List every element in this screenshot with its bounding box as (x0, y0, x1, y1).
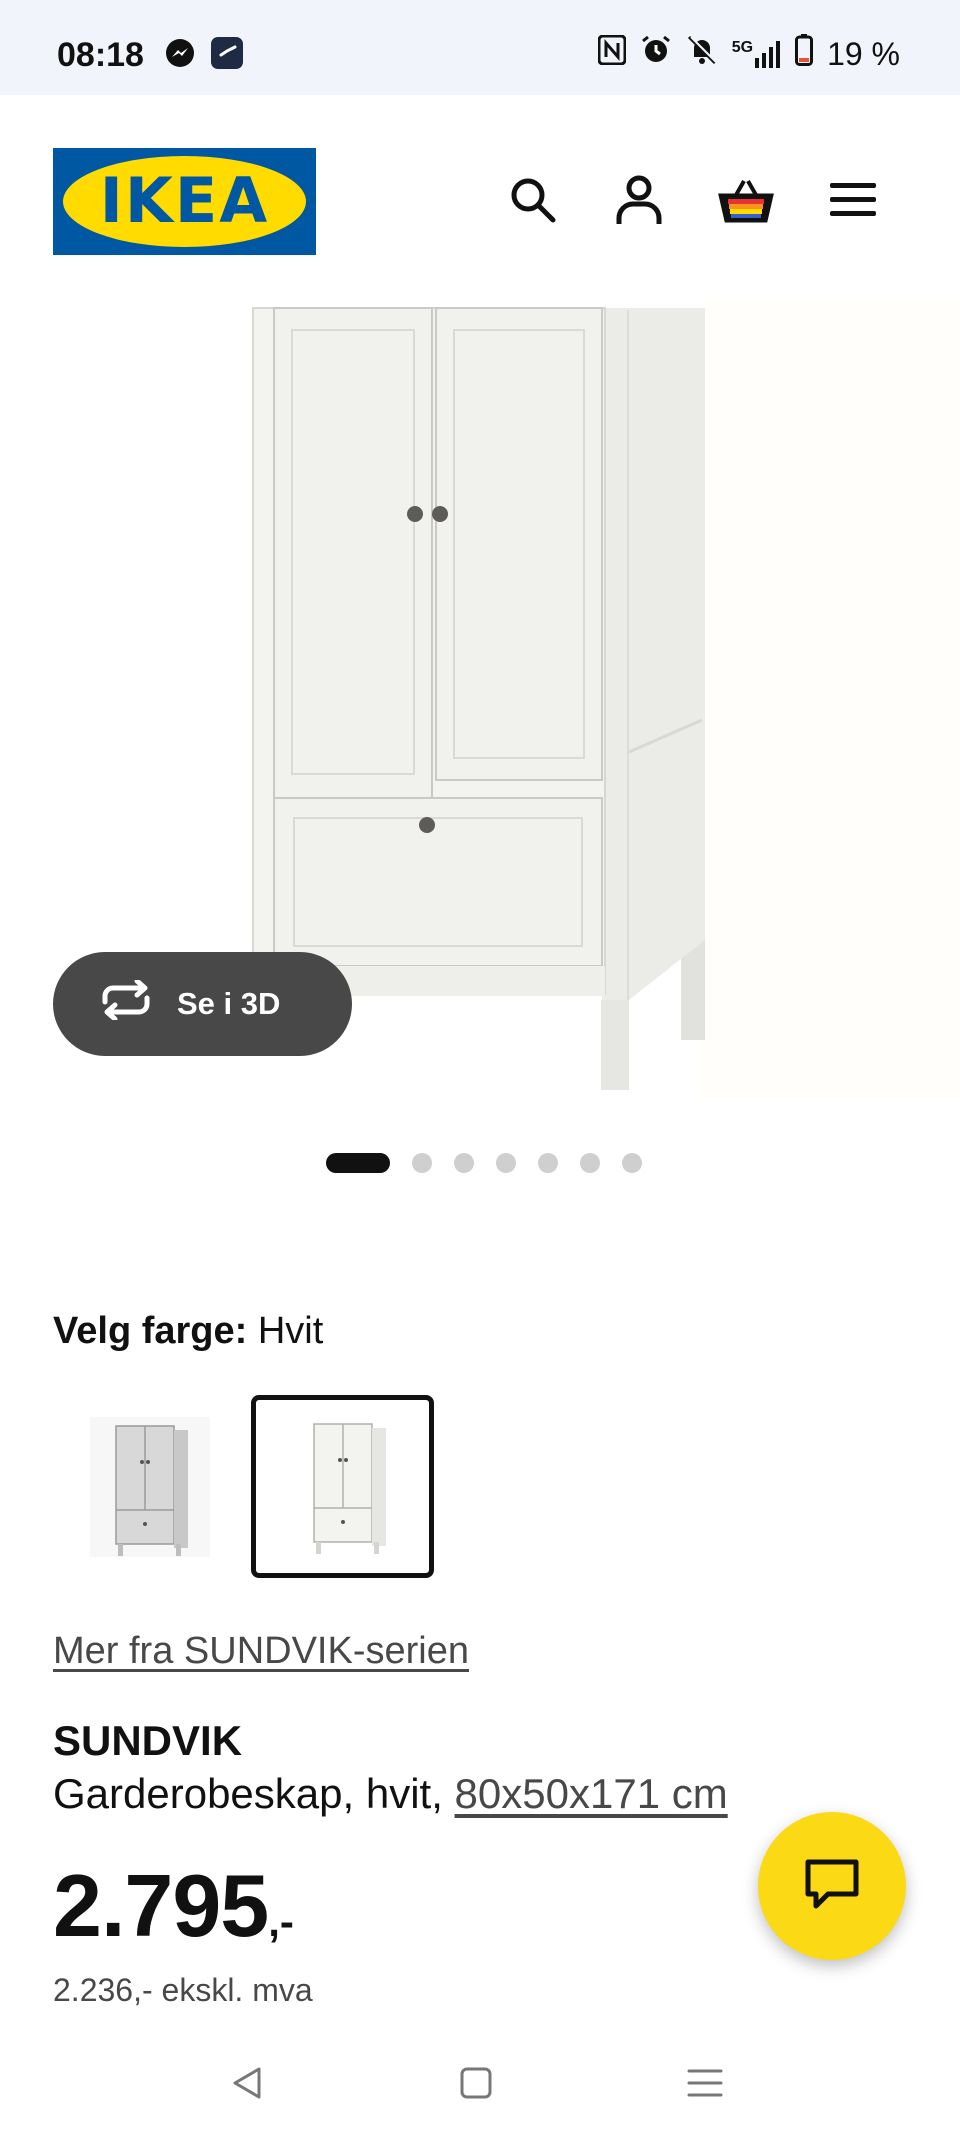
mute-icon (686, 34, 718, 74)
product-description: Garderobeskap, hvit, 80x50x171 cm (53, 1770, 728, 1818)
battery-level: 19 % (827, 35, 900, 72)
carousel-dot[interactable] (496, 1153, 516, 1173)
logo-text: IKEA (99, 164, 270, 237)
product-name: SUNDVIK (53, 1717, 243, 1764)
messenger-icon (165, 38, 195, 73)
carousel-dot[interactable] (326, 1153, 390, 1173)
product-price: 2.795,- (53, 1855, 294, 1957)
color-label-value: Hvit (257, 1310, 324, 1352)
ikea-logo[interactable]: IKEA (53, 148, 316, 255)
view-3d-button[interactable]: Se i 3D (53, 952, 352, 1056)
white-wardrobe-thumbnail (312, 1422, 386, 1554)
carousel-dot[interactable] (580, 1153, 600, 1173)
chat-icon (804, 1858, 860, 1915)
product-type: Garderobeskap, hvit, (53, 1770, 443, 1817)
account-icon[interactable] (609, 170, 669, 230)
color-swatch-white[interactable] (251, 1395, 434, 1578)
grey-wardrobe-thumbnail (89, 1416, 210, 1557)
view-3d-label: Se i 3D (177, 986, 281, 1021)
alarm-icon (640, 34, 672, 74)
home-icon[interactable] (451, 2058, 501, 2108)
price-suffix: ,- (268, 1898, 294, 1945)
cart-icon[interactable] (716, 170, 776, 230)
carousel-dot[interactable] (622, 1153, 642, 1173)
clock-app-icon (211, 37, 243, 74)
search-icon[interactable] (503, 170, 563, 230)
status-bar: 08:18 5G 19 % (0, 0, 960, 95)
battery-icon (795, 34, 814, 74)
product-dimensions-link[interactable]: 80x50x171 cm (455, 1770, 728, 1817)
price-main: 2.795 (53, 1856, 269, 1955)
nfc-icon (597, 34, 627, 73)
menu-icon[interactable] (823, 170, 883, 230)
rotate-3d-icon (97, 978, 155, 1028)
carousel-dot[interactable] (412, 1153, 432, 1173)
system-nav-bar (0, 2030, 960, 2133)
signal-5g-icon: 5G (732, 40, 781, 68)
site-header: IKEA (0, 95, 960, 295)
price-ex-vat: 2.236,- ekskl. mva (53, 1972, 313, 2008)
color-swatch-grey[interactable] (53, 1395, 236, 1578)
color-selector-label: Velg farge: Hvit (53, 1310, 323, 1353)
color-label-title: Velg farge: (53, 1310, 248, 1352)
series-link[interactable]: Mer fra SUNDVIK-serien (53, 1630, 469, 1673)
recents-icon[interactable] (680, 2058, 730, 2108)
back-icon[interactable] (222, 2058, 272, 2108)
status-time: 08:18 (57, 36, 144, 74)
carousel-pagination (0, 1151, 960, 1175)
carousel-dot[interactable] (454, 1153, 474, 1173)
chat-button[interactable] (758, 1812, 906, 1960)
carousel-dot[interactable] (538, 1153, 558, 1173)
